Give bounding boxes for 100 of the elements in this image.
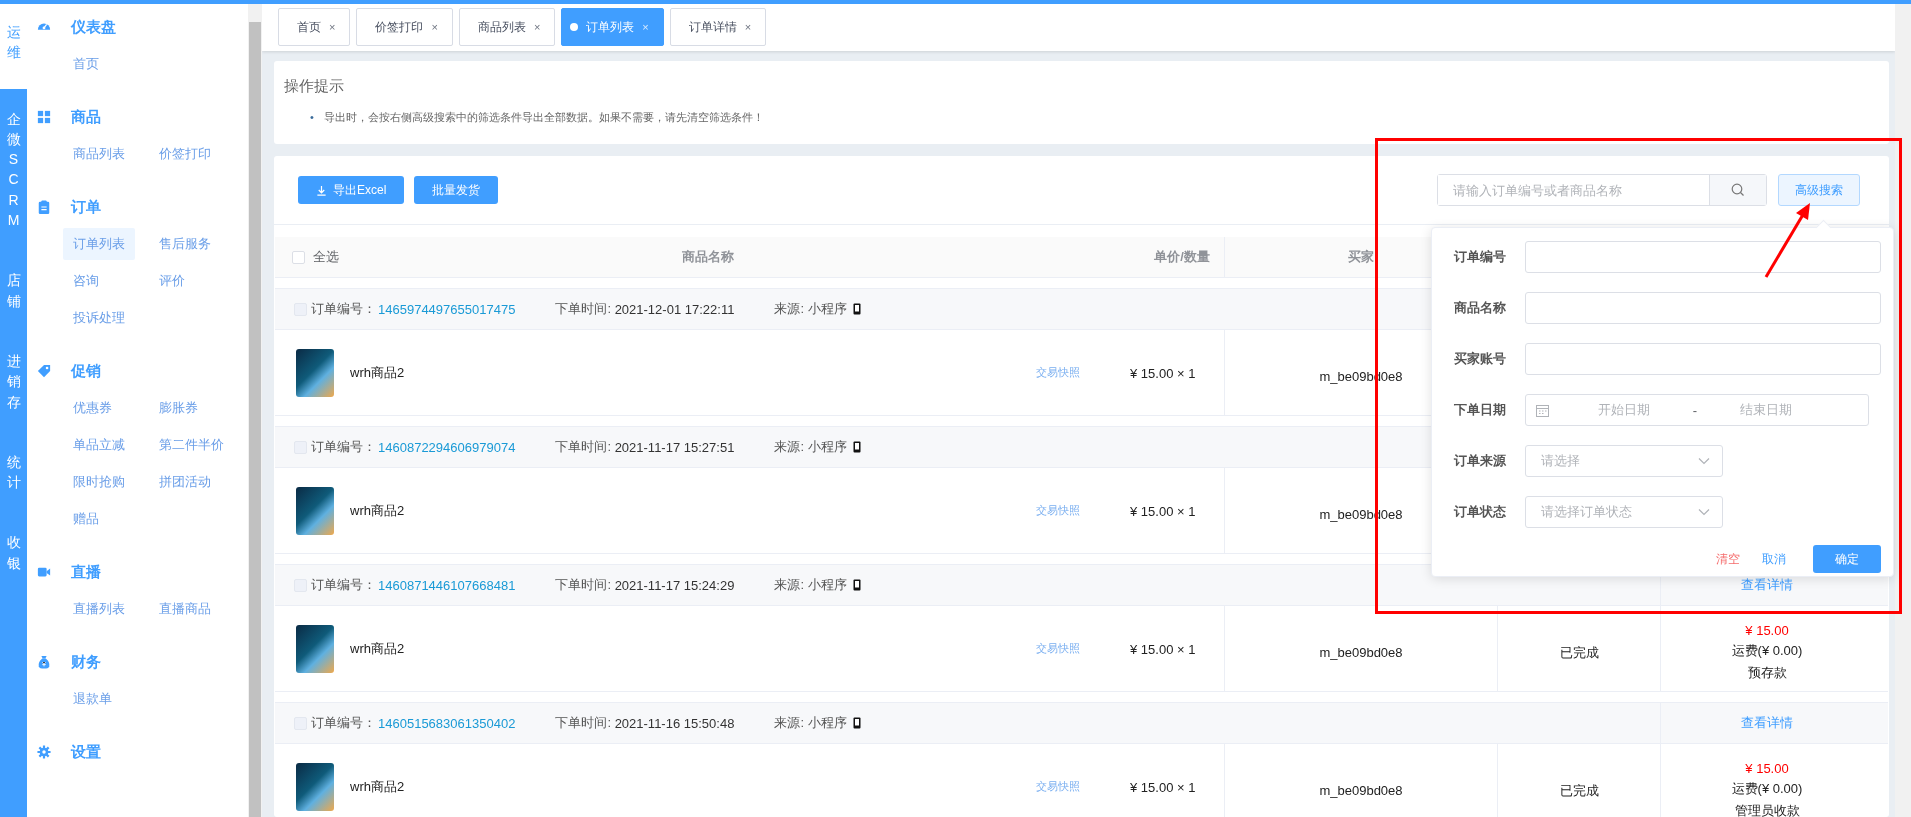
calendar-icon (1536, 403, 1549, 417)
close-icon[interactable]: × (744, 21, 752, 33)
page-tab[interactable]: 订单列表 × (561, 8, 664, 46)
order-number-label: 订单编号： (311, 576, 376, 594)
chevron-down-icon (1698, 508, 1710, 516)
snapshot-link[interactable]: 交易快照 (1036, 641, 1080, 656)
sidebar-item[interactable]: 价签打印 (149, 138, 221, 170)
sidebar-item[interactable]: 售后服务 (149, 228, 221, 260)
sidebar-group-title[interactable]: 设置 (71, 742, 101, 762)
snapshot-link[interactable]: 交易快照 (1036, 503, 1080, 518)
phone-icon (852, 303, 861, 315)
input-field[interactable] (1525, 292, 1881, 324)
product-photo (296, 762, 334, 811)
sidebar-item[interactable]: 限时抢购 (63, 466, 135, 498)
close-icon[interactable]: × (642, 21, 649, 33)
batch-ship-button[interactable]: 批量发货 (414, 176, 499, 204)
order-time-label: 下单时间: (555, 714, 611, 732)
sidebar-item[interactable]: 退款单 (63, 683, 135, 715)
page-tab[interactable]: 首页 × (278, 8, 351, 46)
sidebar-group-title[interactable]: 促销 (71, 361, 101, 381)
page-tab[interactable]: 订单详情 × (669, 8, 767, 46)
rail-tab[interactable]: 店铺 (0, 250, 27, 331)
rail-tab[interactable]: 统计 (0, 431, 27, 513)
sidebar-item[interactable]: 咨询 (63, 265, 135, 297)
product-name: wrh商品2 (350, 501, 405, 520)
field-label: 订单状态 (1454, 503, 1507, 521)
order-number-label: 订单编号： (311, 300, 376, 318)
sidebar-item[interactable]: 商品列表 (63, 138, 135, 170)
sidebar-group-title[interactable]: 商品 (71, 107, 101, 127)
grid-icon (37, 110, 51, 124)
view-details-link[interactable]: 查看详情 (1741, 576, 1793, 594)
export-button[interactable]: 导出Excel (298, 176, 405, 204)
input-field[interactable] (1525, 241, 1881, 273)
search-field[interactable]: 请输入订单编号或者商品名称 (1437, 174, 1767, 206)
sidebar-group-title[interactable]: 仪表盘 (71, 17, 116, 37)
advanced-search-button[interactable]: 高级搜索 (1778, 174, 1860, 206)
rail-tab[interactable]: 收银 (0, 512, 27, 594)
sidebar-item[interactable]: 直播列表 (63, 593, 135, 625)
snapshot-link[interactable]: 交易快照 (1036, 365, 1080, 380)
download-icon (316, 184, 327, 196)
sidebar-item[interactable]: 赠品 (63, 503, 135, 535)
search-icon[interactable] (1731, 183, 1745, 197)
close-icon[interactable]: × (533, 21, 541, 33)
date-range-field[interactable]: 开始日期 - 结束日期 (1525, 394, 1869, 426)
cancel-button[interactable]: 取消 (1762, 550, 1786, 568)
bullet-mark: • (310, 110, 314, 125)
page-tab[interactable]: 商品列表 × (458, 8, 556, 46)
order-source: 来源: 小程序 (774, 714, 847, 732)
input-field[interactable] (1525, 343, 1881, 375)
payment-method: 管理员收款 (1734, 802, 1800, 817)
sidebar-item[interactable]: 单品立减 (63, 429, 135, 461)
rail-tab[interactable]: 运维 (0, 4, 27, 89)
sidebar-item[interactable]: 首页 (63, 48, 135, 80)
rail-tab[interactable]: 进销存 (0, 330, 27, 432)
order-time: 2021-11-16 15:50:48 (613, 715, 735, 731)
field-label: 下单日期 (1454, 401, 1507, 419)
order-number-link[interactable]: 1460515683061350402 (378, 715, 516, 731)
sidebar-item[interactable]: 评价 (149, 265, 221, 297)
video-icon (37, 565, 51, 579)
page-tab[interactable]: 价签打印 × (356, 8, 453, 46)
order-number-label: 订单编号： (311, 438, 376, 456)
product-photo (296, 348, 334, 397)
sidebar-item[interactable]: 膨胀券 (149, 392, 221, 424)
view-details-link[interactable]: 查看详情 (1741, 714, 1793, 732)
sidebar-group-title[interactable]: 财务 (71, 652, 101, 672)
order-number-link[interactable]: 1460872294606979074 (378, 439, 516, 455)
checkbox[interactable] (292, 250, 305, 264)
sidebar-item[interactable]: 拼团活动 (149, 466, 221, 498)
order-time: 2021-12-01 17:22:11 (613, 301, 735, 317)
scrollbar-thumb[interactable] (249, 22, 261, 817)
sidebar-item[interactable]: 投诉处理 (63, 302, 135, 334)
sidebar-group-title[interactable]: 直播 (71, 562, 101, 582)
sidebar-group-title[interactable]: 订单 (71, 197, 101, 217)
order-source: 来源: 小程序 (774, 300, 847, 318)
confirm-button[interactable]: 确定 (1813, 545, 1881, 573)
close-icon[interactable]: × (329, 21, 336, 33)
phone-icon (852, 579, 861, 591)
select-field[interactable]: 请选择订单状态 (1525, 496, 1723, 528)
phone-icon (852, 441, 861, 453)
order-time: 2021-11-17 15:24:29 (613, 577, 735, 593)
rail-tab[interactable]: 企微SCRM (0, 88, 27, 251)
price-quantity: ¥ 15.00 × 1 (1130, 641, 1196, 657)
sidebar-item[interactable]: 直播商品 (149, 593, 221, 625)
sidebar-item[interactable]: 订单列表 (63, 228, 135, 260)
sidebar-item[interactable]: 优惠券 (63, 392, 135, 424)
order-number-label: 订单编号： (311, 714, 376, 732)
snapshot-link[interactable]: 交易快照 (1036, 779, 1080, 794)
clear-button[interactable]: 清空 (1716, 550, 1740, 568)
order-number-link[interactable]: 1465974497655017475 (378, 301, 516, 317)
select-field[interactable]: 请选择 (1525, 445, 1723, 477)
order-source: 来源: 小程序 (774, 438, 847, 456)
tag-icon (37, 364, 51, 378)
close-icon[interactable]: × (431, 21, 438, 33)
order-status: 已完成 (1559, 643, 1599, 662)
payment-method: 预存款 (1747, 664, 1787, 682)
sidebar-item[interactable]: 第二件半价 (149, 429, 221, 461)
tip-text: 导出时，会按右侧高级搜索中的筛选条件导出全部数据。如果不需要，请先清空筛选条件！ (323, 110, 764, 125)
order-number-link[interactable]: 1460871446107668481 (378, 577, 516, 593)
product-photo (296, 486, 334, 535)
product-photo (296, 624, 334, 673)
